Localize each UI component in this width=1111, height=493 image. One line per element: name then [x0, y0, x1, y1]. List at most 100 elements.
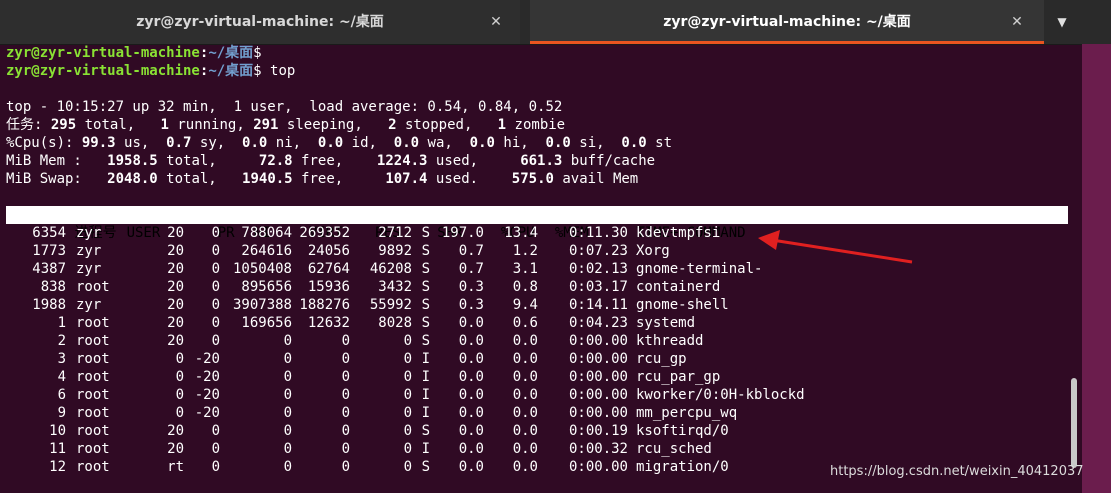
proc-cpu: 0.0 — [458, 387, 484, 403]
proc-time: 0:00.00 — [568, 459, 628, 475]
proc-ni: -20 — [194, 369, 220, 385]
terminal-scrollbar[interactable] — [1071, 378, 1077, 468]
prompt-suffix: $ — [253, 45, 262, 61]
proc-res: 0 — [341, 441, 350, 457]
proc-virt: 0 — [283, 423, 292, 439]
proc-command: systemd — [636, 315, 696, 331]
proc-mem: 0.0 — [512, 333, 538, 349]
proc-virt: 0 — [283, 459, 292, 475]
proc-pr: 0 — [175, 351, 184, 367]
proc-command: gnome-shell — [636, 297, 729, 313]
tabs-dropdown-icon[interactable]: ▼ — [1050, 0, 1074, 44]
proc-mem: 0.0 — [512, 405, 538, 421]
cpu-id: 0.0 — [317, 135, 344, 151]
proc-state: S — [421, 423, 430, 439]
proc-virt: 1050408 — [232, 261, 292, 277]
process-row: 10 root 20 0 0 0 0 S 0.0 0.0 0:00.19 ksoftirqd/0 — [6, 422, 1070, 440]
proc-mem: 0.0 — [512, 351, 538, 367]
proc-user: root — [76, 351, 110, 367]
tab-2-close-icon[interactable]: ✕ — [1005, 0, 1029, 44]
cpu-si: 0.0 — [545, 135, 571, 151]
proc-cpu: 0.7 — [458, 243, 484, 259]
process-table-body: 6354 zyr 20 0 788064 269352 2712 S 197.0 13.4 0:11… — [6, 224, 1070, 476]
proc-shr: 55992 — [369, 297, 412, 313]
proc-mem: 0.0 — [512, 459, 538, 475]
proc-pid: 1 — [57, 315, 66, 331]
process-row: 1988 zyr 20 0 3907388 188276 55992 S 0.3 9.4 0:14.… — [6, 296, 1070, 314]
proc-ni: 0 — [211, 423, 220, 439]
cpu-hi: 0.0 — [469, 135, 495, 151]
tab-1[interactable]: zyr@zyr-virtual-machine: ~/桌面 — [0, 0, 520, 44]
proc-res: 0 — [341, 387, 350, 403]
tab-1-title: zyr@zyr-virtual-machine: ~/桌面 — [136, 14, 384, 30]
proc-time: 0:00.00 — [568, 333, 628, 349]
mem-total: 1958.5 — [107, 153, 158, 169]
mem-label: MiB Mem : — [6, 153, 82, 169]
proc-shr: 2712 — [378, 225, 412, 241]
tab-2-title: zyr@zyr-virtual-machine: ~/桌面 — [663, 14, 911, 30]
proc-user: zyr — [76, 225, 102, 241]
proc-ni: 0 — [211, 459, 220, 475]
tab-2-active[interactable]: zyr@zyr-virtual-machine: ~/桌面 — [530, 0, 1044, 44]
proc-time: 0:14.11 — [568, 297, 628, 313]
proc-res: 24056 — [307, 243, 350, 259]
proc-res: 62764 — [307, 261, 350, 277]
tasks-zombie: 1 — [497, 117, 507, 133]
proc-command: kthreadd — [636, 333, 704, 349]
proc-cpu: 0.3 — [458, 297, 484, 313]
process-row: 6354 zyr 20 0 788064 269352 2712 S 197.0 13.4 0:11… — [6, 224, 1070, 242]
proc-command: containerd — [636, 279, 721, 295]
proc-time: 0:11.30 — [568, 225, 628, 241]
proc-time: 0:03.17 — [568, 279, 628, 295]
proc-shr: 0 — [403, 441, 412, 457]
proc-ni: 0 — [211, 225, 220, 241]
mem-free: 72.8 — [258, 153, 293, 169]
proc-ni: -20 — [194, 405, 220, 421]
proc-pr: 20 — [167, 279, 184, 295]
proc-ni: 0 — [211, 243, 220, 259]
proc-virt: 895656 — [241, 279, 292, 295]
proc-command: rcu_sched — [636, 441, 712, 457]
proc-pr: rt — [167, 459, 184, 475]
terminal-output[interactable]: zyr@zyr-virtual-machine:~/桌面$ zyr@zyr-vi… — [6, 44, 1070, 493]
tab-1-close-icon[interactable]: ✕ — [484, 0, 508, 44]
proc-ni: 0 — [211, 441, 220, 457]
proc-time: 0:00.32 — [568, 441, 628, 457]
mem-used: 1224.3 — [376, 153, 428, 169]
proc-shr: 3432 — [378, 279, 412, 295]
proc-time: 0:04.23 — [568, 315, 628, 331]
proc-virt: 788064 — [241, 225, 292, 241]
proc-user: root — [76, 441, 110, 457]
proc-time: 0:00.00 — [568, 369, 628, 385]
proc-pr: 0 — [175, 405, 184, 421]
proc-state: S — [421, 243, 430, 259]
proc-state: I — [421, 405, 430, 421]
proc-pr: 20 — [167, 225, 184, 241]
tab-bar: zyr@zyr-virtual-machine: ~/桌面 ✕ zyr@zyr-… — [0, 0, 1111, 45]
proc-res: 12632 — [307, 315, 350, 331]
proc-pid: 6 — [57, 387, 66, 403]
proc-shr: 0 — [403, 459, 412, 475]
cpu-st: 0.0 — [621, 135, 647, 151]
proc-ni: 0 — [211, 333, 220, 349]
proc-mem: 0.0 — [512, 441, 538, 457]
proc-pr: 0 — [175, 387, 184, 403]
proc-res: 0 — [341, 351, 350, 367]
proc-user: zyr — [76, 261, 102, 277]
proc-ni: -20 — [194, 351, 220, 367]
proc-state: S — [421, 459, 430, 475]
proc-mem: 0.0 — [512, 423, 538, 439]
proc-cpu: 0.0 — [458, 459, 484, 475]
proc-ni: -20 — [194, 387, 220, 403]
summary-swap: MiB Swap: 2048.0 total, 1940.5 free, 107… — [6, 171, 639, 187]
proc-pr: 20 — [167, 315, 184, 331]
swap-total: 2048.0 — [107, 171, 158, 187]
proc-state: S — [421, 225, 430, 241]
process-row: 9 root 0 -20 0 0 0 I 0.0 0.0 0:00.00 mm_percpu_wq — [6, 404, 1070, 422]
proc-user: root — [76, 333, 110, 349]
proc-time: 0:00.00 — [568, 351, 628, 367]
proc-res: 15936 — [307, 279, 350, 295]
proc-command: Xorg — [636, 243, 670, 259]
